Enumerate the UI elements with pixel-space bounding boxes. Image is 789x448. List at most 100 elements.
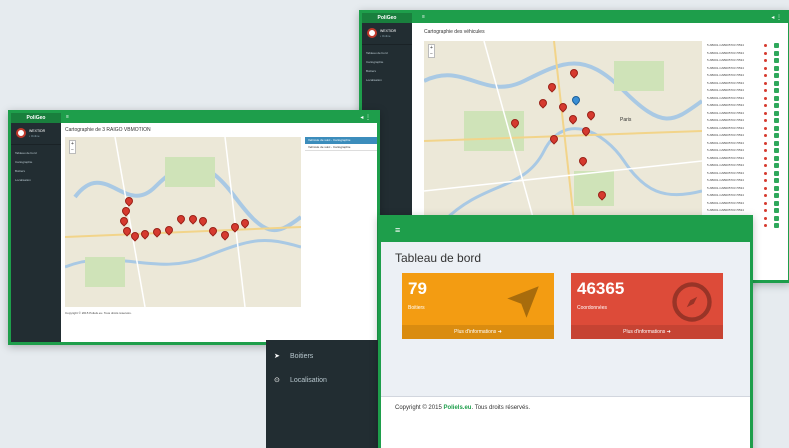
- locate-button[interactable]: [774, 80, 779, 86]
- vehicle-list-item[interactable]: 5 AB001-CAB005703 /5534: [707, 88, 782, 94]
- sidebar-item-location[interactable]: Localisation: [362, 76, 412, 85]
- locate-button[interactable]: [774, 163, 779, 168]
- user-panel: WEXTIDR • Online: [362, 23, 412, 45]
- copyright-link[interactable]: Poliels.eu: [443, 405, 471, 411]
- share-icon[interactable]: ◂ ⋮: [771, 14, 782, 21]
- vehicle-list-item[interactable]: 5 AB001-CAB005703 /5534: [707, 155, 782, 162]
- locate-button[interactable]: [774, 155, 779, 161]
- locate-button[interactable]: [774, 185, 779, 191]
- sidebar-item-location[interactable]: ⊙ Localisation: [274, 376, 327, 384]
- vehicle-list-item[interactable]: 5 AB001-CAB005703 /5534: [707, 178, 782, 184]
- brand-logo[interactable]: PoliGeo: [362, 13, 412, 23]
- sidebar-item-boxes[interactable]: Boitiers: [362, 67, 412, 76]
- vehicle-list-item[interactable]: 5 AB001-CAB005703 /5534: [707, 110, 782, 117]
- vehicle-list-item[interactable]: 5 AB001-CAB005703 /5534: [707, 118, 782, 124]
- menu-toggle-icon[interactable]: ≡: [395, 225, 400, 235]
- menu-toggle-icon[interactable]: ≡: [66, 114, 69, 120]
- object-list: Vehicule de suivi - Cartographie Vehicul…: [305, 137, 377, 151]
- locate-button[interactable]: [774, 88, 779, 93]
- zoom-control[interactable]: + −: [69, 140, 76, 154]
- boitiers-stat-box: 79 Boitiers Plus d'informations ➜: [402, 273, 554, 339]
- vehicle-list-item[interactable]: 5 AB001-CAB005703 /5534: [707, 58, 782, 64]
- status-dot-icon: [764, 74, 767, 77]
- status-dot-icon: [764, 224, 767, 227]
- vehicle-list-item[interactable]: 5 AB001-CAB005703 /5534: [707, 170, 782, 177]
- list-item[interactable]: Vehicule de suivi - Cartographie: [305, 137, 377, 144]
- top-navbar: PoliGeo ≡ ◂ ⋮: [11, 113, 377, 123]
- top-navbar: ≡: [381, 218, 750, 242]
- vehicle-list-item[interactable]: 5 AB001-CAB005703 /5534: [707, 133, 782, 139]
- vehicles-map[interactable]: + − Paris: [424, 41, 702, 221]
- locate-button[interactable]: [774, 178, 779, 183]
- vehicle-list-item[interactable]: 5 AB001-CAB005703 /5534: [707, 50, 782, 57]
- locate-button[interactable]: [774, 110, 779, 116]
- vehicle-name: 5 AB001-CAB005703 /5534: [707, 43, 744, 47]
- locate-button[interactable]: [774, 140, 779, 146]
- locate-button[interactable]: [774, 223, 779, 228]
- vehicle-list-item[interactable]: 5 AB001-CAB005703 /5534: [707, 193, 782, 199]
- locate-button[interactable]: [774, 208, 779, 213]
- route-map[interactable]: + −: [65, 137, 301, 307]
- locate-button[interactable]: [774, 65, 779, 71]
- locate-button[interactable]: [774, 215, 779, 221]
- brand-logo[interactable]: PoliGeo: [11, 113, 61, 123]
- sidebar-item-label: Boitiers: [289, 353, 314, 360]
- locate-button[interactable]: [774, 125, 779, 131]
- vehicle-list-item[interactable]: 5 AB001-CAB005703 /5534: [707, 148, 782, 154]
- sidebar-item-map[interactable]: Cartographie: [362, 58, 412, 67]
- locate-button[interactable]: [774, 200, 779, 206]
- locate-button[interactable]: [774, 193, 779, 198]
- vehicle-list-item[interactable]: 5 AB001-CAB005703 /5534: [707, 208, 782, 214]
- map-city-label: Paris: [620, 117, 632, 123]
- dashboard-window: ≡ Tableau de bord 79 Boitiers Plus d'inf…: [378, 215, 753, 448]
- vehicle-list-item[interactable]: 5 AB001-CAB005703 /5534: [707, 185, 782, 192]
- status-dot-icon: [764, 209, 767, 212]
- vehicle-name: 5 AB001-CAB005703 /5534: [707, 163, 744, 167]
- list-item[interactable]: Vehicule de suivi - Cartographie: [305, 144, 377, 151]
- avatar: [367, 28, 377, 38]
- locate-button[interactable]: [774, 58, 779, 63]
- vehicle-list-item[interactable]: 5 AB001-CAB005703 /5534: [707, 103, 782, 109]
- locate-button[interactable]: [774, 43, 779, 48]
- user-name: WEXTIDR: [380, 29, 397, 33]
- vehicle-list-item[interactable]: 5 AB001-CAB005703 /5534: [707, 163, 782, 169]
- vehicle-name: 5 AB001-CAB005703 /5534: [707, 178, 744, 182]
- status-dot-icon: [764, 81, 767, 85]
- sidebar-item-boxes[interactable]: ➤ Boitiers: [274, 352, 313, 360]
- vehicle-name: 5 AB001-CAB005703 /5534: [707, 88, 744, 92]
- top-navbar: PoliGeo ≡ ◂ ⋮: [362, 13, 788, 23]
- vehicle-name: 5 AB001-CAB005703 /5534: [707, 170, 744, 175]
- locate-button[interactable]: [774, 148, 779, 153]
- locate-button[interactable]: [774, 50, 779, 56]
- sidebar-item-dashboard[interactable]: Tableau de bord: [362, 49, 412, 58]
- stat-label: Coordonnées: [577, 305, 608, 311]
- locate-button[interactable]: [774, 73, 779, 78]
- status-dot-icon: [764, 149, 767, 152]
- sidebar-item-dashboard[interactable]: Tableau de bord: [11, 149, 61, 158]
- vehicle-list-item[interactable]: 5 AB001-CAB005703 /5534: [707, 73, 782, 79]
- sidebar-item-map[interactable]: Cartographie: [11, 158, 61, 167]
- vehicle-name: 5 AB001-CAB005703 /5534: [707, 65, 744, 70]
- locate-button[interactable]: [774, 95, 779, 101]
- locate-button[interactable]: [774, 103, 779, 108]
- vehicle-list-item[interactable]: 5 AB001-CAB005703 /5534: [707, 125, 782, 132]
- more-info-link[interactable]: Plus d'informations ➜: [402, 325, 554, 339]
- locate-button[interactable]: [774, 170, 779, 176]
- status-dot-icon: [764, 51, 767, 55]
- vehicle-list-item[interactable]: 5 AB001-CAB005703 /5534: [707, 80, 782, 87]
- more-info-link[interactable]: Plus d'informations ➜: [571, 325, 723, 339]
- footer-area: [381, 396, 750, 448]
- vehicle-list-item[interactable]: 5 AB001-CAB005703 /5534: [707, 95, 782, 102]
- locate-button[interactable]: [774, 133, 779, 138]
- status-dot-icon: [764, 141, 767, 145]
- zoom-control[interactable]: + −: [428, 44, 435, 58]
- vehicle-list-item[interactable]: 5 AB001-CAB005703 /5534: [707, 140, 782, 147]
- menu-toggle-icon[interactable]: ≡: [422, 14, 425, 20]
- sidebar-item-location[interactable]: Localisation: [11, 176, 61, 185]
- locate-button[interactable]: [774, 118, 779, 123]
- share-icon[interactable]: ◂ ⋮: [360, 114, 371, 121]
- vehicle-list-item[interactable]: 5 AB001-CAB005703 /5534: [707, 200, 782, 207]
- vehicle-list-item[interactable]: 5 AB001-CAB005703 /5534: [707, 65, 782, 72]
- sidebar-item-boxes[interactable]: Boitiers: [11, 167, 61, 176]
- vehicle-list-item[interactable]: 5 AB001-CAB005703 /5534: [707, 43, 782, 49]
